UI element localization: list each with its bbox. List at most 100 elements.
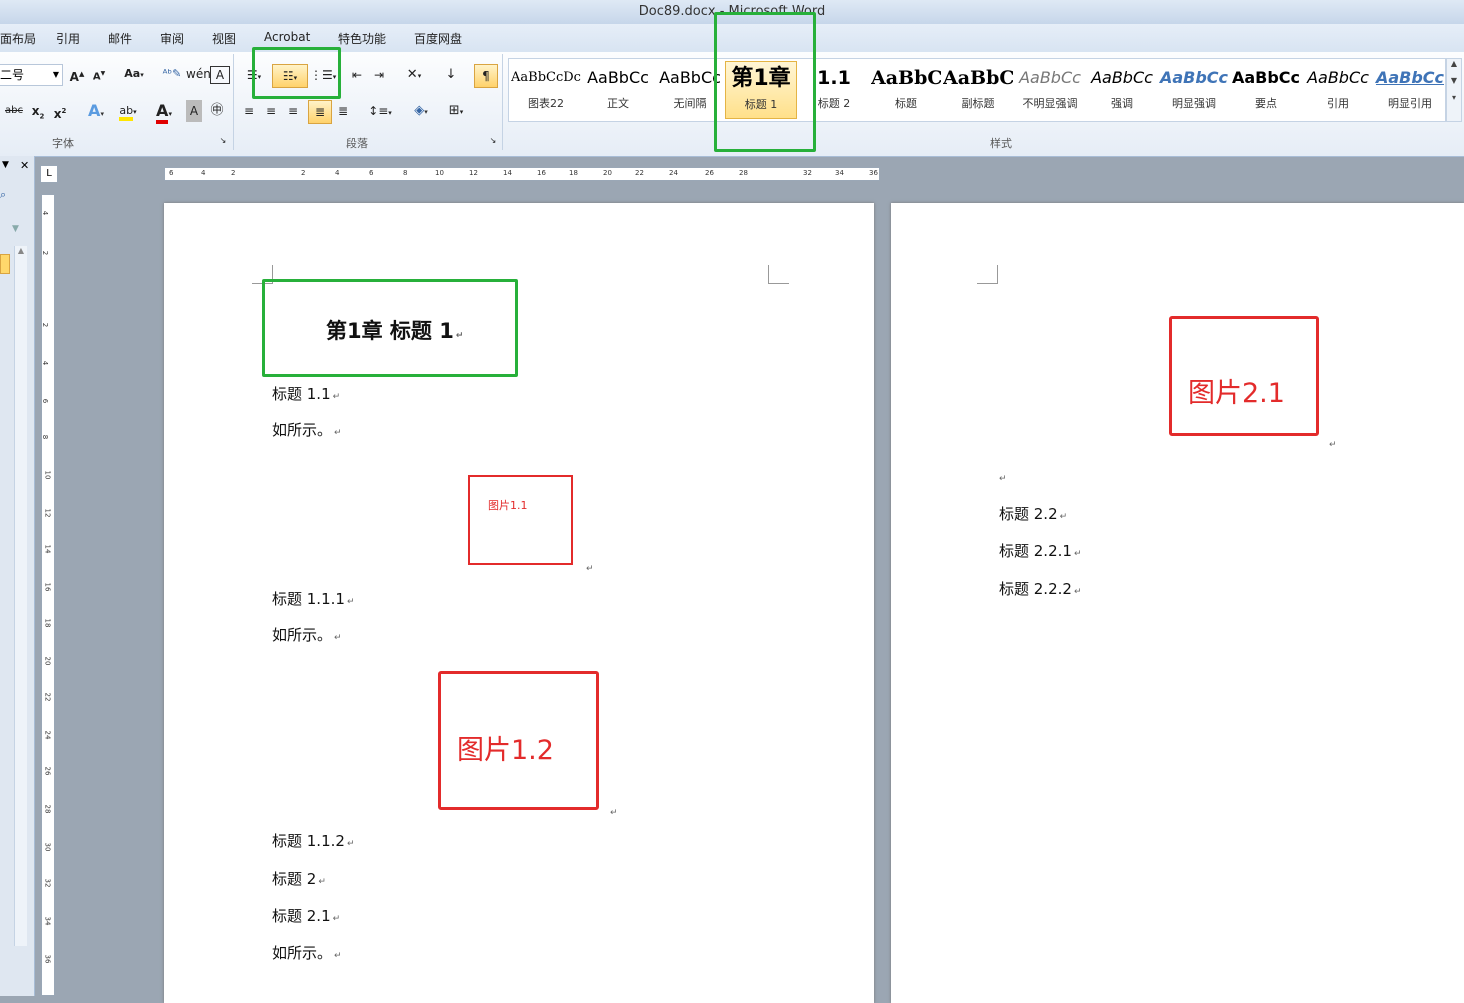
style-item-chart22[interactable]: AaBbCcDc 图表22 — [511, 61, 581, 117]
highlight-color-icon[interactable]: ab▾ — [112, 100, 144, 122]
paragraph[interactable]: 标题 2.2.2 ↵ — [999, 578, 1081, 599]
paragraph[interactable]: 标题 2.1 ↵ — [272, 905, 340, 926]
borders-icon[interactable]: ⊞▾ — [442, 100, 470, 122]
style-item-quote[interactable]: AaBbCc 引用 — [1303, 61, 1373, 117]
style-preview: AaBbCc — [1375, 68, 1445, 87]
style-name: 明显强调 — [1172, 97, 1216, 110]
margin-corner-mark — [768, 265, 789, 284]
tab-acrobat[interactable]: Acrobat — [264, 30, 310, 44]
character-shading-icon[interactable]: A — [186, 100, 202, 122]
chevron-down-icon[interactable]: ▼ — [12, 224, 19, 234]
superscript-icon[interactable]: x2 — [52, 100, 68, 122]
shading-icon[interactable]: ◈▾ — [406, 100, 436, 122]
tab-page-layout[interactable]: 页面布局 — [0, 30, 36, 47]
style-item-strong[interactable]: AaBbCc 要点 — [1231, 61, 1301, 117]
paragraph[interactable]: 如所示。 ↵ — [272, 419, 342, 440]
ruler-tick-label: 28 — [43, 804, 52, 814]
group-separator — [233, 54, 234, 150]
tab-view[interactable]: 视图 — [212, 30, 236, 47]
style-item-intense-emphasis[interactable]: AaBbCc 明显强调 — [1159, 61, 1229, 117]
paragraph-text: 标题 2 — [272, 870, 317, 888]
character-border-icon[interactable]: A — [210, 66, 230, 84]
style-item-title[interactable]: AaBbC 标题 — [871, 61, 941, 117]
nav-tab-headings[interactable] — [0, 254, 10, 274]
enclose-characters-icon[interactable]: ㊥ — [208, 100, 226, 122]
ruler-tick-label: 16 — [537, 169, 546, 177]
more-icon[interactable]: ▾ — [1447, 93, 1461, 102]
document-page-2[interactable]: 图片2.1 ↵ ↵ 标题 2.2 ↵ 标题 2.2.1 ↵ 标题 2.2.2 ↵ — [891, 203, 1464, 1003]
ruler-tick-label: 4 — [41, 210, 50, 216]
tab-selector-icon[interactable]: L — [40, 165, 58, 183]
grow-font-icon[interactable]: A▲ — [68, 63, 86, 85]
ruler-tick-label: 16 — [43, 582, 52, 592]
image-figure-2-1[interactable]: 图片2.1 — [1169, 316, 1319, 436]
paragraph[interactable]: 标题 1.1 ↵ — [272, 383, 340, 404]
chevron-down-icon[interactable]: ▼ — [2, 160, 9, 170]
font-size-combo[interactable]: 二号 ▼ — [0, 64, 63, 86]
search-icon[interactable]: ⌕ — [0, 188, 6, 202]
strikethrough-icon[interactable]: abc — [4, 100, 24, 122]
ruler-tick-label: 26 — [705, 169, 714, 177]
style-item-subtle-emphasis[interactable]: AaBbCc 不明显强调 — [1015, 61, 1085, 117]
align-left-icon[interactable]: ≡ — [240, 100, 258, 122]
chinese-layout-icon[interactable]: ✕▾ — [400, 64, 428, 86]
align-right-icon[interactable]: ≡ — [284, 100, 302, 122]
paragraph[interactable]: 如所示。 ↵ — [272, 624, 342, 645]
align-center-icon[interactable]: ≡ — [262, 100, 280, 122]
ruler-tick-label: 36 — [869, 169, 878, 177]
show-marks-icon[interactable]: ¶ — [474, 64, 498, 88]
image-figure-1-1[interactable]: 图片1.1 — [468, 475, 573, 565]
nav-scrollbar[interactable]: ▲ — [14, 246, 27, 946]
paragraph[interactable]: 标题 1.1.1 ↵ — [272, 588, 354, 609]
tab-baidu-netdisk[interactable]: 百度网盘 — [414, 30, 462, 47]
paragraph-text: 标题 1.1.2 — [272, 832, 345, 850]
chevron-down-icon[interactable]: ▼ — [1447, 76, 1461, 85]
decrease-indent-icon[interactable]: ⇤ — [348, 64, 366, 86]
font-color-icon[interactable]: A▾ — [150, 100, 178, 124]
vertical-ruler[interactable]: 4 2 2 4 6 8 10 12 14 16 18 20 22 24 26 28 30 32 34 36 — [41, 194, 55, 996]
distributed-icon[interactable]: ≣ — [334, 100, 352, 122]
increase-indent-icon[interactable]: ⇥ — [370, 64, 388, 86]
horizontal-ruler[interactable]: 6 4 2 2 4 6 8 10 12 14 16 18 20 22 24 26 28 32 34 36 — [164, 167, 880, 181]
ruler-tick-label: 34 — [835, 169, 844, 177]
shrink-font-icon[interactable]: A▼ — [90, 63, 108, 85]
close-icon[interactable]: ✕ — [20, 159, 29, 172]
style-name: 引用 — [1327, 97, 1349, 110]
sort-icon[interactable]: ↓ — [440, 64, 462, 86]
ruler-tick-label: 34 — [43, 916, 52, 926]
chevron-up-icon[interactable]: ▲ — [1447, 59, 1461, 68]
styles-gallery-scroll[interactable]: ▲ ▼ ▾ — [1446, 58, 1462, 122]
style-preview: AaBbCc — [1159, 68, 1229, 87]
ruler-tick-label: 26 — [43, 766, 52, 776]
font-group-label: 字体 — [52, 137, 74, 150]
style-item-normal[interactable]: AaBbCc 正文 — [583, 61, 653, 117]
paragraph[interactable]: 标题 2 ↵ — [272, 868, 326, 889]
paragraph[interactable]: 如所示。 ↵ — [272, 942, 342, 963]
image-figure-1-2[interactable]: 图片1.2 — [438, 671, 599, 810]
paragraph[interactable]: 标题 1.1.2 ↵ — [272, 830, 354, 851]
tab-special-features[interactable]: 特色功能 — [338, 30, 386, 47]
style-item-intense-quote[interactable]: AaBbCc 明显引用 — [1375, 61, 1445, 117]
ruler-tick-label: 20 — [603, 169, 612, 177]
subscript-icon[interactable]: x2 — [30, 100, 46, 122]
font-dialog-launcher-icon[interactable]: ↘ — [218, 136, 228, 146]
line-spacing-icon[interactable]: ↕≡▾ — [366, 100, 394, 122]
chevron-up-icon[interactable]: ▲ — [15, 246, 27, 255]
style-item-subtitle[interactable]: AaBbC 副标题 — [943, 61, 1013, 117]
phonetic-guide-icon[interactable]: wén — [186, 63, 211, 85]
tab-references[interactable]: 引用 — [56, 30, 80, 47]
tab-mailings[interactable]: 邮件 — [108, 30, 132, 47]
style-item-emphasis[interactable]: AaBbCc 强调 — [1087, 61, 1157, 117]
tab-review[interactable]: 审阅 — [160, 30, 184, 47]
ruler-tick-label: 2 — [41, 250, 50, 256]
document-page-1[interactable]: 第1章 标题 1 ↵ 标题 1.1 ↵ 如所示。 ↵ 图片1.1 ↵ 标题 1.1.1… — [164, 203, 874, 1003]
paragraph-dialog-launcher-icon[interactable]: ↘ — [488, 136, 498, 146]
paragraph[interactable]: 标题 2.2.1 ↵ — [999, 540, 1081, 561]
ruler-tick-label: 14 — [43, 544, 52, 554]
clear-format-icon[interactable]: ᴬᵇ✎ — [160, 63, 184, 85]
change-case-icon[interactable]: Aa▾ — [120, 63, 148, 85]
paragraph[interactable]: 标题 2.2 ↵ — [999, 503, 1067, 524]
paragraph-text: 如所示。 — [272, 944, 333, 962]
text-effects-icon[interactable]: A▾ — [84, 100, 108, 122]
justify-icon[interactable]: ≣ — [308, 100, 332, 124]
